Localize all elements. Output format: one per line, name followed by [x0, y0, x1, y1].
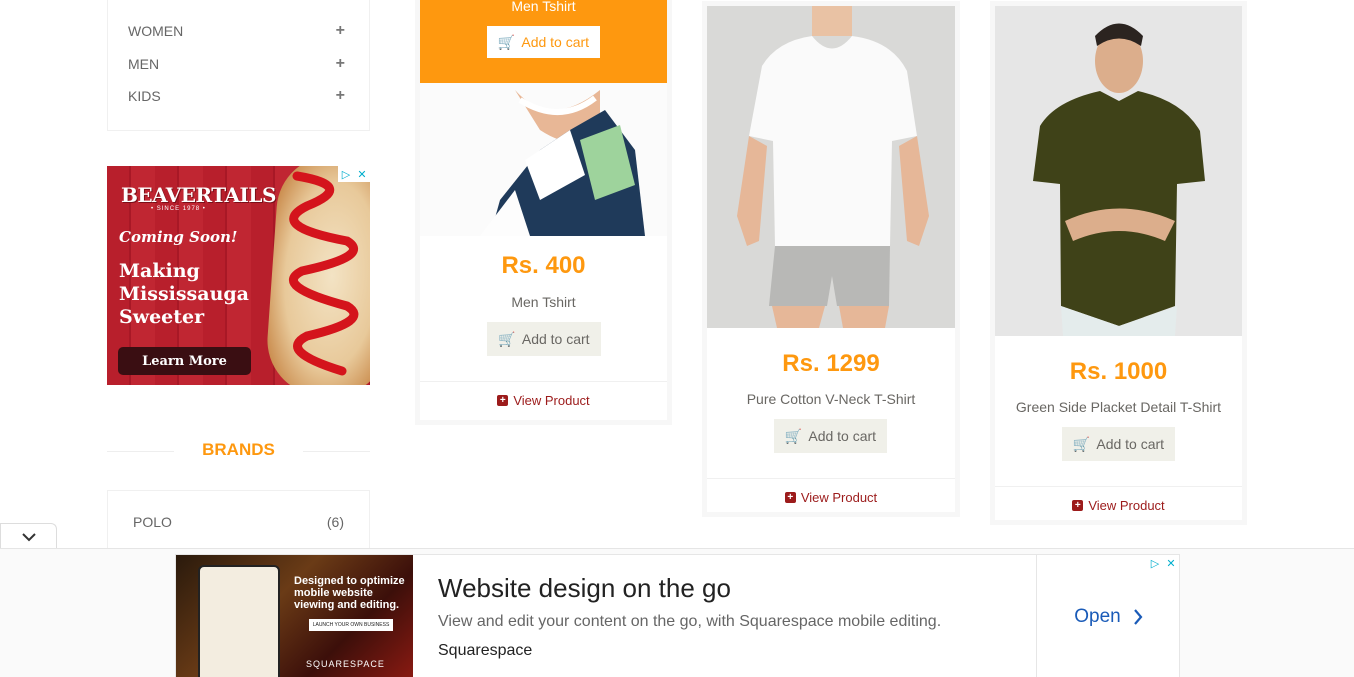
chevron-right-icon — [1133, 609, 1143, 625]
product-price: Rs. 1299 — [782, 350, 880, 377]
ad-brand-logo: BEAVERTAILS — [121, 183, 276, 207]
button-label: Add to cart — [521, 34, 590, 50]
plus-icon[interactable]: + — [336, 22, 345, 40]
thumb-brand: SQUARESPACE — [306, 659, 385, 669]
product-price: Rs. 1000 — [1069, 358, 1168, 385]
overlay-product-name: Men Tshirt — [511, 0, 576, 14]
brand-count: (6) — [326, 514, 344, 530]
cart-icon: 🛒 — [1072, 435, 1091, 452]
product-image — [707, 6, 955, 328]
ad-coming-text: Coming Soon! — [119, 228, 238, 246]
add-to-cart-button[interactable]: 🛒 Add to cart — [774, 419, 887, 453]
button-label: Add to cart — [808, 428, 877, 444]
product-price: Rs. 400 — [501, 252, 586, 279]
ad-since-text: • SINCE 1978 • — [151, 206, 206, 212]
product-card: Men Tshirt 🛒 Add to cart Rs. 400 Men Tsh… — [415, 0, 672, 425]
category-label: WOMEN — [128, 23, 184, 39]
close-icon[interactable]: ✕ — [1163, 555, 1179, 571]
category-kids[interactable]: KIDS + — [128, 86, 345, 106]
ad-advertiser: Squarespace — [438, 642, 533, 659]
brands-title: BRANDS — [202, 440, 275, 459]
category-label: KIDS — [128, 88, 161, 104]
ad-jam-decoration — [289, 171, 359, 376]
add-to-cart-button[interactable]: 🛒 Add to cart — [1062, 427, 1175, 461]
thumb-text: Designed to optimize mobile website view… — [294, 575, 405, 611]
product-photo — [995, 6, 1242, 336]
brands-heading: BRANDS — [107, 440, 370, 462]
adchoices-badge[interactable]: ▷ ✕ — [1147, 555, 1179, 571]
product-hover-overlay: Men Tshirt 🛒 Add to cart — [420, 0, 667, 83]
link-label: View Product — [800, 490, 878, 505]
cart-icon: 🛒 — [784, 427, 803, 444]
brand-item-polo[interactable]: POLO (6) — [133, 514, 344, 530]
bottom-anchor-ad: Designed to optimize mobile website view… — [0, 548, 1354, 677]
product-name: Green Side Placket Detail T-Shirt — [1015, 399, 1222, 415]
product-card: Rs. 1000 Green Side Placket Detail T-Shi… — [990, 1, 1247, 525]
divider — [303, 451, 370, 452]
adchoices-icon[interactable]: ▷ — [1147, 555, 1163, 571]
view-product-link[interactable]: + View Product — [420, 393, 667, 408]
plus-icon[interactable]: + — [336, 87, 345, 105]
cart-icon: 🛒 — [498, 330, 516, 347]
plus-square-icon: + — [497, 395, 509, 406]
ad-learn-more-button[interactable]: Learn More — [118, 347, 251, 375]
chevron-down-icon[interactable] — [21, 532, 37, 542]
plus-square-icon: + — [784, 492, 796, 503]
ad-thumbnail: Designed to optimize mobile website view… — [176, 555, 413, 677]
ad-collapse-tab[interactable] — [0, 523, 57, 549]
category-women[interactable]: WOMEN + — [128, 21, 345, 41]
divider — [107, 451, 174, 452]
cart-icon: 🛒 — [497, 33, 516, 50]
ad-headline: Making Mississauga Sweeter — [119, 260, 249, 328]
category-label: MEN — [128, 56, 160, 72]
adchoices-icon[interactable]: ▷ — [338, 166, 354, 182]
overlay-add-to-cart-button[interactable]: 🛒 Add to cart — [487, 26, 600, 58]
ad-open-button[interactable]: Open — [1036, 555, 1180, 677]
plus-icon[interactable]: + — [336, 55, 345, 73]
category-men[interactable]: MEN + — [128, 54, 345, 74]
sidebar-ad-banner[interactable]: BEAVERTAILS • SINCE 1978 • Coming Soon! … — [107, 166, 370, 385]
link-label: View Product — [513, 393, 590, 408]
divider — [420, 381, 667, 382]
view-product-link[interactable]: + View Product — [707, 490, 955, 505]
ad-card[interactable]: Designed to optimize mobile website view… — [175, 554, 1180, 677]
view-product-link[interactable]: + View Product — [995, 498, 1242, 513]
product-name: Men Tshirt — [511, 294, 576, 310]
product-photo — [707, 6, 955, 328]
brand-name: POLO — [133, 514, 172, 530]
add-to-cart-button[interactable]: 🛒 Add to cart — [487, 322, 601, 356]
product-card: Rs. 1299 Pure Cotton V-Neck T-Shirt 🛒 Ad… — [702, 1, 960, 517]
divider — [995, 486, 1242, 487]
category-panel: WOMEN + MEN + KIDS + — [107, 0, 370, 131]
button-label: Add to cart — [521, 331, 590, 347]
phone-mockup — [198, 565, 280, 677]
plus-square-icon: + — [1072, 500, 1084, 511]
link-label: View Product — [1088, 498, 1165, 513]
thumb-button: LAUNCH YOUR OWN BUSINESS — [309, 619, 393, 631]
close-icon[interactable]: ✕ — [354, 166, 370, 182]
ad-title[interactable]: Website design on the go — [438, 573, 731, 604]
adchoices-badge[interactable]: ▷ ✕ — [338, 166, 370, 182]
product-name: Pure Cotton V-Neck T-Shirt — [746, 391, 916, 407]
divider — [707, 478, 955, 479]
button-label: Add to cart — [1096, 436, 1165, 452]
product-image — [995, 6, 1242, 336]
button-label: Open — [1074, 606, 1121, 627]
brands-panel: POLO (6) — [107, 490, 370, 550]
ad-description: View and edit your content on the go, wi… — [438, 613, 942, 630]
